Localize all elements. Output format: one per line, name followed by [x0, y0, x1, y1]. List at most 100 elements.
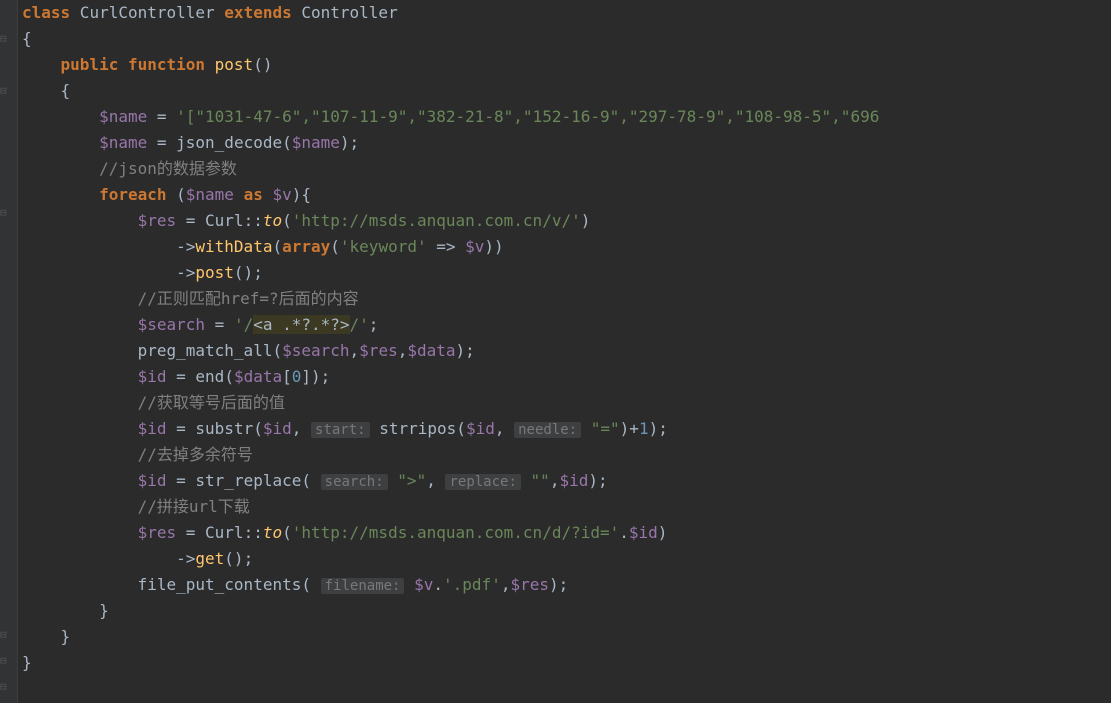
- static-method: to: [263, 211, 282, 230]
- variable: $id: [559, 471, 588, 490]
- paren: );: [588, 471, 607, 490]
- parameter-hint: start:: [311, 422, 370, 438]
- string-literal: ">": [397, 471, 426, 490]
- code-line: $res = Curl::to('http://msds.anquan.com.…: [22, 208, 1111, 234]
- code-line: $id = str_replace( search: ">", replace:…: [22, 468, 1111, 494]
- variable: $name: [99, 107, 147, 126]
- string-literal: "": [531, 471, 550, 490]
- bracket: ]: [301, 367, 311, 386]
- function-call: substr: [195, 419, 253, 438]
- comma: ,: [292, 419, 311, 438]
- code-line: }: [22, 650, 1111, 676]
- paren: (: [282, 523, 292, 542]
- code-line: //正则匹配href=?后面的内容: [22, 286, 1111, 312]
- code-line: //拼接url下载: [22, 494, 1111, 520]
- paren: )+: [620, 419, 639, 438]
- parameter-hint: filename:: [321, 578, 405, 594]
- concat-operator: .: [619, 523, 629, 542]
- fold-mark[interactable]: ⊟: [0, 674, 7, 700]
- number: 1: [639, 419, 649, 438]
- operator: =: [167, 419, 196, 438]
- comma: ,: [398, 341, 408, 360]
- parameter-hint: needle:: [514, 422, 581, 438]
- variable: $data: [407, 341, 455, 360]
- code-line: preg_match_all($search,$res,$data);: [22, 338, 1111, 364]
- variable: $data: [234, 367, 282, 386]
- code-line: file_put_contents( filename: $v.'.pdf',$…: [22, 572, 1111, 598]
- variable: $v: [414, 575, 433, 594]
- comma: ,: [550, 471, 560, 490]
- fold-mark[interactable]: ⊟: [0, 200, 7, 226]
- double-colon: ::: [244, 523, 263, 542]
- comma: ,: [495, 419, 514, 438]
- paren: );: [649, 419, 668, 438]
- string-literal: '["1031-47-6","107-11-9","382-21-8","152…: [176, 107, 879, 126]
- paren: (: [272, 341, 282, 360]
- fat-arrow: =>: [427, 237, 466, 256]
- paren: (: [301, 575, 320, 594]
- double-colon: ::: [244, 211, 263, 230]
- paren: (: [224, 367, 234, 386]
- code-line: public function post(): [22, 52, 1111, 78]
- variable: $res: [510, 575, 549, 594]
- paren: ){: [292, 185, 311, 204]
- method-call: post: [195, 263, 234, 282]
- code-line: $search = '/<a .*?.*?>/';: [22, 312, 1111, 338]
- comma: ,: [350, 341, 360, 360]
- space: [521, 471, 531, 490]
- string-literal: 'http://msds.anquan.com.cn/d/?id=': [292, 523, 620, 542]
- parens: (): [253, 55, 272, 74]
- code-line: $name = json_decode($name);: [22, 130, 1111, 156]
- code-line: {: [22, 78, 1111, 104]
- variable: $id: [263, 419, 292, 438]
- operator: =: [147, 133, 176, 152]
- fold-mark[interactable]: ⊟: [0, 78, 7, 104]
- concat-operator: .: [433, 575, 443, 594]
- paren: (: [456, 419, 466, 438]
- variable: $id: [138, 367, 167, 386]
- parameter-hint: replace:: [445, 474, 520, 490]
- code-line: foreach ($name as $v){: [22, 182, 1111, 208]
- arrow-operator: ->: [176, 263, 195, 282]
- paren: );: [456, 341, 475, 360]
- code-editor[interactable]: class CurlController extends Controller …: [0, 0, 1111, 676]
- fold-mark[interactable]: ⊟: [0, 26, 7, 52]
- operator: =: [176, 211, 205, 230]
- parens: ();: [234, 263, 263, 282]
- comment: //去掉多余符号: [138, 445, 253, 464]
- keyword-foreach: foreach: [99, 185, 176, 204]
- code-line: $name = '["1031-47-6","107-11-9","382-21…: [22, 104, 1111, 130]
- code-line: {: [22, 26, 1111, 52]
- code-line: class CurlController extends Controller: [22, 0, 1111, 26]
- variable: $res: [138, 211, 177, 230]
- comma: ,: [426, 471, 445, 490]
- function-call: json_decode: [176, 133, 282, 152]
- space: [370, 419, 380, 438]
- paren: );: [340, 133, 359, 152]
- variable: $name: [186, 185, 234, 204]
- arrow-operator: ->: [176, 549, 195, 568]
- comment: //json的数据参数: [99, 159, 237, 178]
- paren: (: [330, 237, 340, 256]
- paren: ): [658, 523, 668, 542]
- variable: $res: [359, 341, 398, 360]
- variable: $id: [629, 523, 658, 542]
- string-literal: '.pdf': [443, 575, 501, 594]
- brace: {: [22, 29, 32, 48]
- code-line: $id = end($data[0]);: [22, 364, 1111, 390]
- operator: =: [147, 107, 176, 126]
- function-call: file_put_contents: [138, 575, 302, 594]
- parameter-hint: search:: [321, 474, 388, 490]
- variable: $id: [138, 471, 167, 490]
- brace: }: [61, 627, 71, 646]
- operator: =: [167, 471, 196, 490]
- variable: $res: [138, 523, 177, 542]
- fold-mark[interactable]: ⊟: [0, 622, 7, 648]
- method-name: post: [215, 55, 254, 74]
- bracket: [: [282, 367, 292, 386]
- comment: //获取等号后面的值: [138, 393, 285, 412]
- class-name: CurlController: [70, 3, 224, 22]
- paren: );: [311, 367, 330, 386]
- fold-mark[interactable]: ⊟: [0, 648, 7, 674]
- variable: $v: [272, 185, 291, 204]
